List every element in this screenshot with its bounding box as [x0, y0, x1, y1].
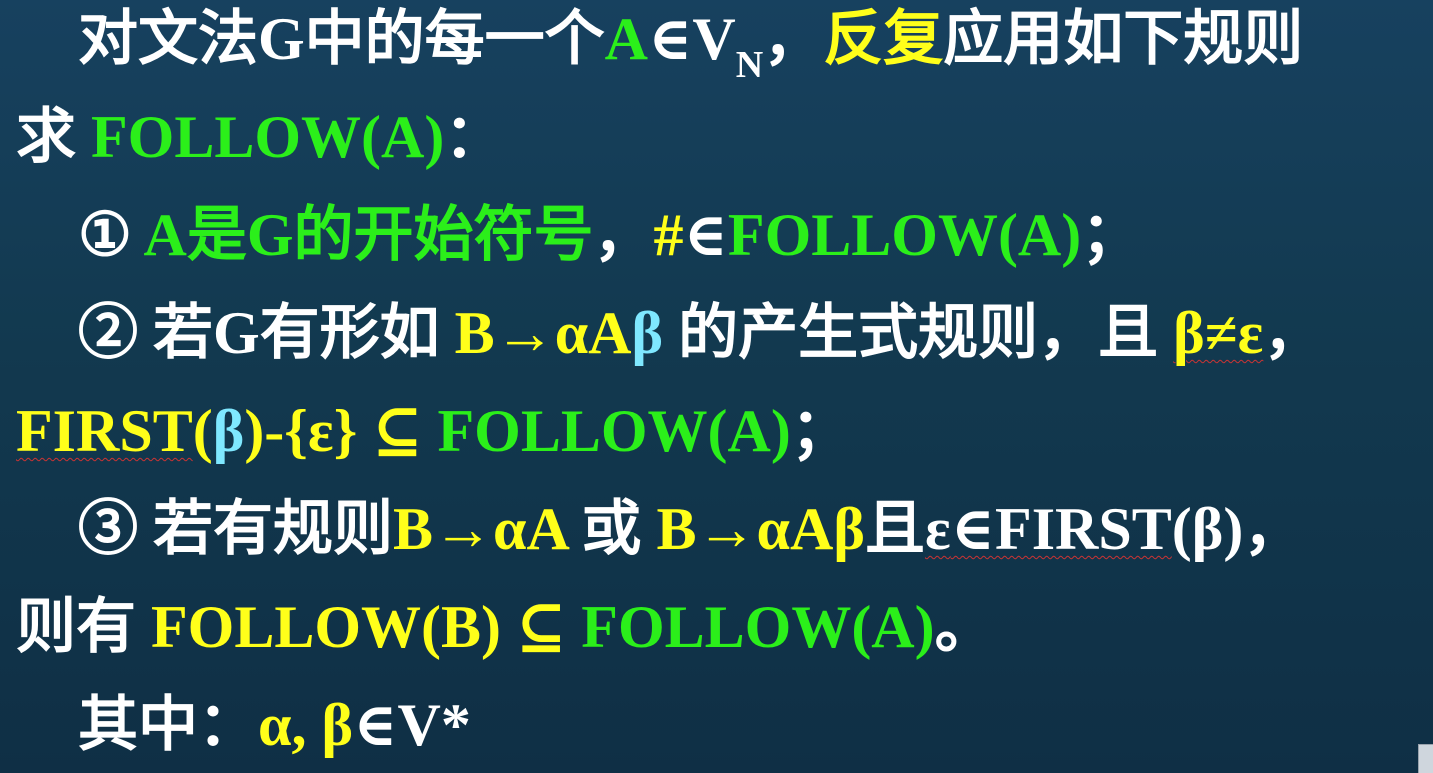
rule-3-follow-a: FOLLOW(A) — [566, 594, 935, 660]
intro-text: 对文法G中的每一个 — [78, 6, 605, 72]
rule-2-text: 若G有形如 — [138, 300, 455, 366]
rule-1-follow-a: FOLLOW(A) — [727, 202, 1082, 268]
follow-b: FOLLOW(B) — [151, 594, 517, 660]
rule-2-comma: ， — [1263, 300, 1324, 366]
open-paren: ( — [192, 398, 213, 464]
production-b-alpha-a-only: B→αA — [393, 496, 567, 562]
intro-line-1: 对文法G中的每一个A∈VN，反复应用如下规则 — [78, 4, 1304, 86]
comma: ， — [763, 6, 824, 72]
production-b-alpha-a-beta: B→αAβ — [656, 496, 865, 562]
or-text: 或 — [566, 496, 657, 562]
intro-line-2: 求 FOLLOW(A)： — [16, 102, 504, 172]
follow-a: FOLLOW(A) — [91, 104, 445, 170]
slide: 对文法G中的每一个A∈VN，反复应用如下规则 求 FOLLOW(A)： ① A是… — [0, 0, 1433, 773]
rule-2-production-text: 的产生式规则，且 — [663, 300, 1174, 366]
rule-1-number: ① — [78, 202, 132, 268]
scroll-corner[interactable] — [1418, 744, 1433, 773]
rule-2-continued: FIRST(β)-{ε} ⊆ FOLLOW(A)； — [16, 396, 851, 466]
where-clause: 其中：α, β∈V* — [78, 690, 471, 760]
find-text: 求 — [16, 104, 91, 170]
and-text: 且 — [864, 496, 925, 562]
rule-2-follow-a: FOLLOW(A) — [422, 398, 791, 464]
element-of-v: ∈V — [648, 6, 736, 72]
rule-1: ① A是G的开始符号，#∈FOLLOW(A)； — [78, 200, 1141, 270]
production-b-alpha-a: B→αA — [454, 300, 632, 366]
rule-2-semicolon: ； — [790, 398, 851, 464]
rule-3: ③ 若有规则B→αA 或 B→αAβ且ε∈FIRST(β)， — [78, 494, 1303, 564]
rule-1-semicolon: ； — [1081, 202, 1142, 268]
element-of-first: ∈FIRST — [950, 496, 1172, 562]
hash-symbol: # — [653, 202, 684, 268]
rule-3-subset-symbol: ⊆ — [516, 594, 567, 660]
rule-3-text: 若有规则 — [138, 496, 393, 562]
nonterminal-a: A — [604, 6, 649, 72]
rule-3-number: ③ — [78, 496, 138, 562]
apply-rules-text: 应用如下规则 — [943, 6, 1304, 72]
epsilon-symbol: ε — [924, 496, 951, 562]
element-of-v-star: ∈V* — [353, 692, 471, 758]
alpha-beta: α, β — [258, 692, 354, 758]
beta-symbol: β — [631, 300, 664, 366]
then-text: 则有 — [16, 594, 151, 660]
where-text: 其中： — [78, 692, 258, 758]
rule-1-condition: A是G的开始符号 — [143, 202, 594, 268]
rule-2-number: ② — [78, 300, 138, 366]
subscript-n: N — [735, 44, 764, 86]
rule-1-comma: ， — [593, 202, 654, 268]
subset-symbol: ⊆ — [372, 398, 423, 464]
minus-epsilon-set: )-{ε} — [244, 398, 373, 464]
beta-not-epsilon: β≠ε — [1173, 300, 1264, 366]
first-beta: β — [212, 398, 245, 464]
colon: ： — [444, 104, 505, 170]
period: 。 — [934, 594, 995, 660]
beta-close-comma: (β)， — [1171, 496, 1304, 562]
rule-2: ② 若G有形如 B→αAβ 的产生式规则，且 β≠ε， — [78, 298, 1323, 368]
first-keyword: FIRST — [16, 398, 193, 464]
repeatedly-text: 反复 — [823, 6, 944, 72]
element-of: ∈ — [683, 202, 728, 268]
rule-3-continued: 则有 FOLLOW(B) ⊆ FOLLOW(A)。 — [16, 592, 995, 662]
